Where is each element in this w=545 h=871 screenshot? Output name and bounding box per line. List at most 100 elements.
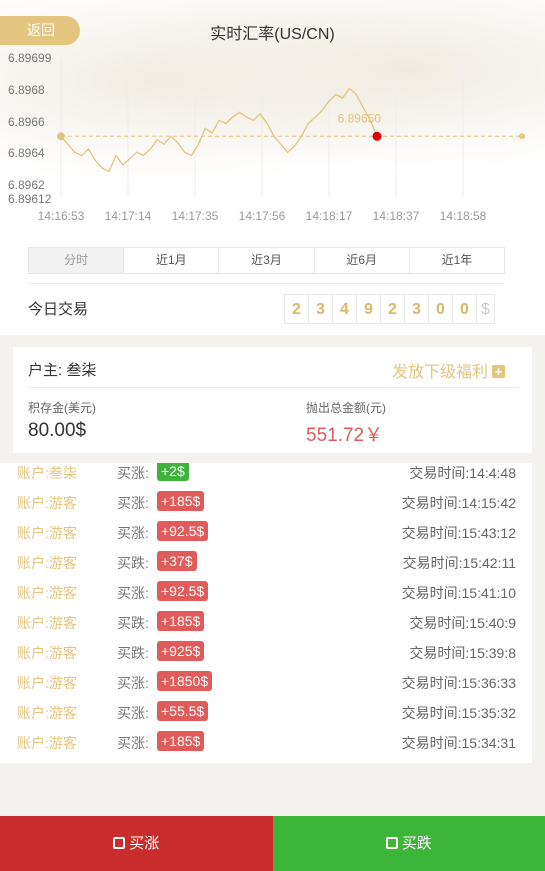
tab-realtime[interactable]: 分时 (29, 248, 124, 273)
trade-action: 买涨: (117, 675, 149, 691)
trade-time: 交易时间:15:36:33 (401, 675, 516, 691)
tab-6-months[interactable]: 近6月 (313, 248, 409, 273)
trade-amount-badge: +185$ (157, 611, 205, 631)
counter-digit: 0 (452, 294, 477, 324)
trade-time: 交易时间:15:35:32 (401, 705, 516, 721)
current-value-label: 6.89650 (338, 111, 382, 125)
trade-time: 交易时间:15:41:10 (401, 585, 516, 601)
trade-action: 买跌: (117, 645, 149, 661)
y-tick-label: 6.8964 (8, 146, 45, 160)
x-tick-label: 14:17:14 (105, 209, 152, 223)
trade-account: 账户:游客 (17, 495, 77, 511)
trade-account: 账户:游客 (17, 585, 77, 601)
time-range-tabs: 分时 近1月 近3月 近6月 近1年 (28, 247, 505, 274)
tab-1-month[interactable]: 近1月 (123, 248, 218, 273)
end-marker (519, 133, 525, 140)
y-tick-label: 6.89699 (8, 51, 52, 65)
y-tick-label: 6.8966 (8, 115, 45, 129)
trade-row: 账户:叁柒 买涨: +2$ 交易时间:14:4:48 (0, 463, 532, 486)
counter-digit: 9 (356, 294, 381, 324)
trade-time: 交易时间:15:39:8 (409, 645, 516, 661)
owner-card: 户主: 叁柒 发放下级福利 + 积存金(美元) 80.00$ 抛出总金额(元) 5… (13, 347, 532, 453)
x-tick-label: 14:17:35 (172, 209, 219, 223)
y-tick-label: 6.8968 (8, 83, 45, 97)
owner-name: 户主: 叁柒 (28, 362, 97, 379)
trade-list: 账户:叁柒 买涨: +2$ 交易时间:14:4:48 账户:游客 买涨: +185$ 交易时间… (0, 463, 532, 763)
trade-time: 交易时间:15:42:11 (402, 555, 516, 571)
trade-row: 账户:游客 买跌: +925$ 交易时间:15:39:8 (0, 636, 532, 666)
trade-time: 交易时间:15:34:31 (401, 735, 516, 751)
welfare-button[interactable]: 发放下级福利 + (392, 358, 505, 382)
trade-amount-badge: +92.5$ (157, 581, 209, 601)
x-tick-label: 14:18:37 (373, 209, 420, 223)
current-point (372, 131, 382, 141)
trade-action: 买涨: (117, 465, 149, 481)
x-tick-label: 14:18:58 (440, 209, 487, 223)
trade-row: 账户:游客 买涨: +1850$ 交易时间:15:36:33 (0, 666, 532, 696)
trade-action: 买跌: (117, 615, 149, 631)
today-trades-label: 今日交易 (28, 301, 89, 318)
rate-panel: 返回 实时汇率(US/CN) 6.89699 6.8968 6.8966 6.8964… (0, 0, 545, 335)
welfare-label: 发放下级福利 (391, 364, 488, 381)
trade-row: 账户:游客 买涨: +185$ 交易时间:14:15:42 (0, 486, 532, 516)
trade-amount-badge: +55.5$ (157, 701, 209, 721)
arrow-down-box-icon (385, 837, 398, 849)
trade-row: 账户:游客 买涨: +55.5$ 交易时间:15:35:32 (0, 696, 532, 726)
trade-amount-badge: +2$ (157, 463, 189, 481)
y-tick-label: 6.8962 (8, 178, 45, 192)
payout-value: 551.72￥ (306, 425, 384, 446)
trade-row: 账户:游客 买涨: +92.5$ 交易时间:15:43:12 (0, 516, 532, 546)
trade-row: 账户:游客 买跌: +185$ 交易时间:15:40:9 (0, 606, 532, 636)
tab-3-months[interactable]: 近3月 (218, 248, 313, 273)
arrow-up-box-icon (113, 837, 126, 849)
counter-digit: 0 (428, 294, 453, 324)
trade-time: 交易时间:14:4:48 (409, 465, 516, 481)
today-trades: 今日交易 2 3 4 9 2 3 0 0 $ (28, 283, 505, 329)
series-line (60, 87, 378, 173)
trade-row: 账户:游客 买跌: +37$ 交易时间:15:42:11 (0, 546, 532, 576)
trade-account: 账户:游客 (17, 735, 77, 751)
deposit-label: 积存金(美元) (28, 401, 96, 415)
trade-account: 账户:游客 (17, 675, 77, 691)
tab-1-year[interactable]: 近1年 (408, 248, 504, 273)
start-point (57, 132, 65, 141)
counter-currency: $ (476, 294, 495, 324)
trade-time: 交易时间:15:43:12 (401, 525, 516, 541)
trade-account: 账户:游客 (17, 615, 77, 631)
counter-digit: 4 (332, 294, 357, 324)
trade-account: 账户:游客 (17, 555, 77, 571)
trade-action: 买涨: (117, 525, 149, 541)
trade-time: 交易时间:14:15:42 (401, 495, 516, 511)
trade-action: 买涨: (117, 495, 149, 511)
payout-label: 抛出总金额(元) (306, 401, 386, 415)
trade-action: 买涨: (117, 705, 149, 721)
y-tick-label: 6.89612 (8, 192, 52, 206)
trade-amount-badge: +37$ (157, 551, 197, 571)
trade-time: 交易时间:15:40:9 (409, 615, 516, 631)
x-tick-label: 14:16:53 (38, 209, 85, 223)
buy-up-label: 买涨 (129, 835, 160, 852)
trade-amount-badge: +1850$ (157, 671, 213, 691)
trade-amount-badge: +185$ (157, 731, 205, 751)
x-tick-label: 14:18:17 (306, 209, 353, 223)
trade-amount-badge: +185$ (157, 491, 205, 511)
trade-action: 买涨: (117, 735, 149, 751)
trade-row: 账户:游客 买涨: +185$ 交易时间:15:34:31 (0, 726, 532, 756)
counter-digit: 3 (404, 294, 429, 324)
trade-action: 买涨: (117, 585, 149, 601)
trade-amount-badge: +925$ (157, 641, 205, 661)
buy-up-button[interactable]: 买涨 (0, 816, 273, 871)
trade-counter: 2 3 4 9 2 3 0 0 $ (284, 294, 495, 324)
buy-down-button[interactable]: 买跌 (272, 816, 545, 871)
trade-row: 账户:游客 买涨: +92.5$ 交易时间:15:41:10 (0, 576, 532, 606)
x-tick-label: 14:17:56 (239, 209, 286, 223)
counter-digit: 2 (284, 294, 309, 324)
bottom-actions: 买涨 买跌 (0, 816, 545, 871)
trade-account: 账户:叁柒 (17, 465, 77, 481)
trade-action: 买跌: (117, 555, 149, 571)
trade-amount-badge: +92.5$ (157, 521, 209, 541)
buy-down-label: 买跌 (401, 835, 432, 852)
rate-line-chart: 6.89699 6.8968 6.8966 6.8964 6.89626.89612 14… (8, 51, 525, 223)
trade-account: 账户:游客 (17, 525, 77, 541)
counter-digit: 2 (380, 294, 405, 324)
